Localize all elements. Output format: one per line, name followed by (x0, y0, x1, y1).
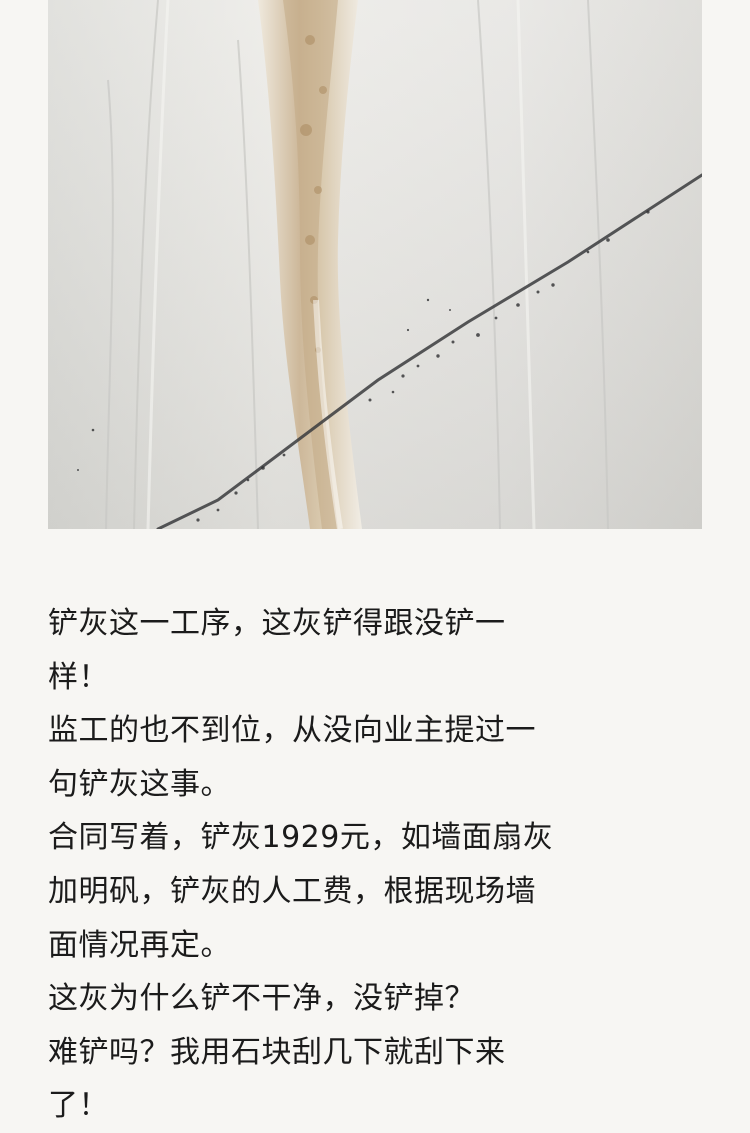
post-text: 铲灰这一工序，这灰铲得跟没铲一 样！ 监工的也不到位，从没向业主提过一 句铲灰这… (48, 597, 698, 1133)
text-line: 面情况再定。 (48, 927, 231, 963)
text-line: 了！ (48, 1088, 109, 1124)
text-line: 这灰为什么铲不干净，没铲掉？ (48, 981, 475, 1017)
wall-crack-photo (48, 0, 702, 529)
text-line: 加明矾，铲灰的人工费，根据现场墙 (48, 873, 536, 909)
text-line: 监工的也不到位，从没向业主提过一 (48, 713, 536, 749)
text-line: 难铲吗？我用石块刮几下就刮下来 (48, 1034, 506, 1070)
text-line: 样！ (48, 659, 109, 695)
text-line: 铲灰这一工序，这灰铲得跟没铲一 (48, 606, 506, 641)
text-line: 句铲灰这事。 (48, 766, 231, 802)
text-line: 合同写着，铲灰1929元，如墙面扇灰 (48, 820, 554, 856)
